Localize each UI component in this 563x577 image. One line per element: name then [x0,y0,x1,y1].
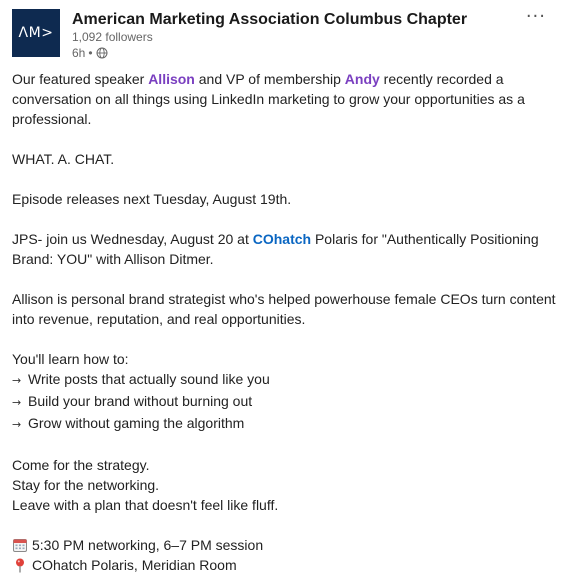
location-text: COhatch Polaris, Meridian Room [32,557,237,573]
learn-item-text: Build your brand without burning out [28,393,253,409]
logo-text: ΛM> [18,25,54,41]
schedule-line: 5:30 PM networking, 6–7 PM session [12,535,557,555]
intro-text-a: Our featured speaker [12,71,149,87]
list-item: → Grow without gaming the algorithm [12,413,557,435]
arrow-icon: → [12,396,22,409]
meta-separator: • [88,46,93,60]
schedule-text: 5:30 PM networking, 6–7 PM session [32,537,264,553]
more-options-button[interactable]: ··· [526,6,546,27]
globe-icon [96,47,108,59]
company-link-cohatch[interactable]: COhatch [253,231,311,247]
closing-line: Stay for the networking. [12,477,160,493]
post-body: Our featured speaker Allison and VP of m… [12,69,557,575]
post-paragraph-chat: WHAT. A. CHAT. [12,151,115,167]
calendar-icon [13,539,27,552]
list-item: → Build your brand without burning out [12,391,557,413]
list-item: → Write posts that actually sound like yo… [12,369,557,391]
post-header: ΛM> American Marketing Association Colum… [12,6,552,63]
mention-allison[interactable]: Allison [148,71,195,87]
post-paragraph-bio: Allison is personal brand strategist who… [12,291,556,327]
arrow-icon: → [12,374,22,387]
location-line: COhatch Polaris, Meridian Room [12,555,557,575]
pin-icon [16,558,24,573]
mention-andy[interactable]: Andy [345,71,380,87]
post-paragraph-event: JPS- join us Wednesday, August 20 at COh… [12,229,557,269]
more-horizontal-icon: ··· [525,6,546,27]
author-name[interactable]: American Marketing Association Columbus … [72,11,467,29]
intro-text-b: and VP of membership [194,71,345,87]
event-text-a: JPS- join us Wednesday, August 20 at [12,231,253,247]
closing-line: Come for the strategy. [12,457,150,473]
post-meta: 6h • [72,46,108,60]
post-time: 6h [72,46,86,60]
company-logo[interactable]: ΛM> [12,9,60,57]
learn-item-text: Grow without gaming the algorithm [28,415,245,431]
arrow-icon: → [12,418,22,431]
learn-intro: You'll learn how to: [12,351,129,367]
follower-count: 1,092 followers [72,30,153,44]
post-paragraph-intro: Our featured speaker Allison and VP of m… [12,69,557,129]
learn-item-text: Write posts that actually sound like you [28,371,270,387]
closing-line: Leave with a plan that doesn't feel like… [12,497,279,513]
post-paragraph-release: Episode releases next Tuesday, August 19… [12,191,292,207]
